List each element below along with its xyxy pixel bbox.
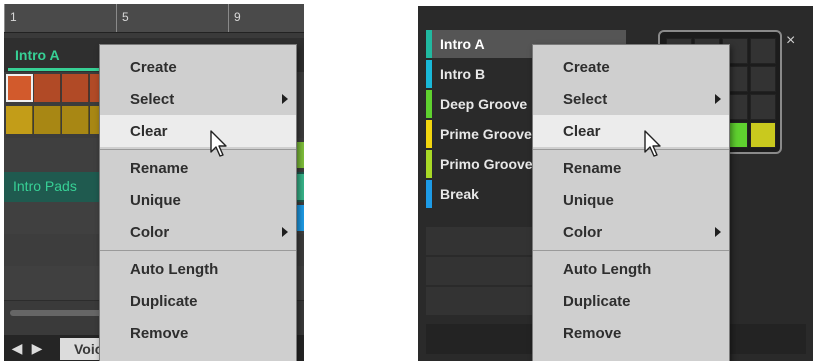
chevron-right-icon: [715, 227, 721, 237]
menu-item-duplicate[interactable]: Duplicate: [533, 285, 729, 317]
menu-item-duplicate[interactable]: Duplicate: [100, 285, 296, 317]
menu-item-label: Remove: [563, 325, 622, 342]
pattern-cell[interactable]: [62, 106, 89, 134]
pad[interactable]: [750, 94, 776, 120]
menu-item-unique[interactable]: Unique: [533, 184, 729, 216]
scene-label: Primo Groove: [440, 156, 533, 172]
scene-label: Intro B: [440, 66, 486, 82]
menu-item-color[interactable]: Color: [100, 216, 296, 248]
arrow-cursor-icon: [644, 130, 661, 157]
chevron-right-icon: [715, 94, 721, 104]
bar-number: 1: [10, 10, 17, 24]
menu-item-unique[interactable]: Unique: [100, 184, 296, 216]
menu-item-label: Duplicate: [130, 293, 198, 310]
close-icon[interactable]: ×: [786, 32, 795, 50]
menu-item-rename[interactable]: Rename: [533, 152, 729, 184]
menu-item-clear[interactable]: Clear: [100, 115, 296, 147]
menu-item-create[interactable]: Create: [100, 51, 296, 83]
scene-label: Break: [440, 186, 479, 202]
bar-marker-line: [116, 4, 117, 32]
scene-list-panel: Intro A Intro B Deep Groove Prime Groove Pri…: [418, 6, 813, 361]
menu-item-label: Unique: [130, 192, 181, 209]
menu-item-create[interactable]: Create: [533, 51, 729, 83]
menu-separator: [100, 149, 296, 150]
menu-item-clear[interactable]: Clear: [533, 115, 729, 147]
chevron-right-icon: [282, 94, 288, 104]
menu-item-label: Rename: [563, 160, 622, 177]
arranger-panel: 1 5 9 Intro A Intro Pads ◀ ▶ Voice Creat…: [4, 4, 304, 361]
menu-separator: [533, 250, 729, 251]
pattern-cell[interactable]: [6, 106, 33, 134]
menu-separator: [100, 250, 296, 251]
scene-item[interactable]: Prime Groove: [426, 120, 532, 148]
pattern-cell-selected[interactable]: [6, 74, 33, 102]
menu-item-remove[interactable]: Remove: [533, 317, 729, 349]
scene-color-swatch: [426, 30, 432, 58]
menu-item-label: Clear: [563, 123, 601, 140]
chevron-right-icon[interactable]: ▶: [28, 338, 46, 358]
scene-item[interactable]: Primo Groove: [426, 150, 533, 178]
pattern-cell[interactable]: [34, 74, 61, 102]
scene-color-swatch: [426, 180, 432, 208]
chevron-right-icon: [282, 227, 288, 237]
context-menu: Create Select Clear Rename Unique Color Auto L…: [532, 44, 730, 361]
pattern-cell[interactable]: [296, 205, 304, 231]
menu-item-select[interactable]: Select: [100, 83, 296, 115]
chevron-left-icon[interactable]: ◀: [8, 338, 26, 358]
scene-color-swatch: [426, 60, 432, 88]
pattern-clip-label: Intro Pads: [13, 178, 77, 194]
menu-item-auto-length[interactable]: Auto Length: [100, 253, 296, 285]
pattern-cell[interactable]: [62, 74, 89, 102]
scene-color-swatch: [426, 120, 432, 148]
menu-item-label: Unique: [563, 192, 614, 209]
menu-item-label: Duplicate: [563, 293, 631, 310]
scene-label: Deep Groove: [440, 96, 528, 112]
scene-item[interactable]: Deep Groove: [426, 90, 532, 118]
menu-item-color[interactable]: Color: [533, 216, 729, 248]
pad-active[interactable]: [750, 122, 776, 148]
pattern-clip-edge: [296, 174, 304, 200]
scene-color-swatch: [426, 150, 432, 178]
menu-separator: [533, 149, 729, 150]
menu-item-label: Color: [130, 224, 170, 241]
menu-item-label: Color: [563, 224, 603, 241]
scene-label: Prime Groove: [440, 126, 532, 142]
timeline-ruler[interactable]: 1 5 9: [4, 4, 304, 33]
scene-color-swatch: [426, 90, 432, 118]
menu-item-label: Select: [130, 91, 175, 108]
menu-item-label: Select: [563, 91, 608, 108]
menu-item-rename[interactable]: Rename: [100, 152, 296, 184]
menu-item-remove[interactable]: Remove: [100, 317, 296, 349]
bar-marker-line: [228, 4, 229, 32]
context-menu: Create Select Clear Rename Unique Color Auto L…: [99, 44, 297, 361]
menu-item-label: Auto Length: [130, 261, 219, 278]
menu-item-label: Rename: [130, 160, 189, 177]
menu-item-select[interactable]: Select: [533, 83, 729, 115]
menu-item-auto-length[interactable]: Auto Length: [533, 253, 729, 285]
bar-marker-line: [4, 4, 5, 32]
pad[interactable]: [750, 38, 776, 64]
section-label: Intro A: [15, 47, 60, 63]
arrow-cursor-icon: [210, 130, 227, 157]
pattern-cell[interactable]: [296, 142, 304, 168]
pad[interactable]: [750, 66, 776, 92]
menu-item-label: Auto Length: [563, 261, 652, 278]
menu-item-label: Create: [563, 59, 610, 76]
menu-item-label: Remove: [130, 325, 189, 342]
scene-label: Intro A: [440, 36, 485, 52]
menu-item-label: Create: [130, 59, 177, 76]
pattern-cell[interactable]: [34, 106, 61, 134]
bar-number: 9: [234, 10, 241, 24]
bar-number: 5: [122, 10, 129, 24]
menu-item-label: Clear: [130, 123, 168, 140]
